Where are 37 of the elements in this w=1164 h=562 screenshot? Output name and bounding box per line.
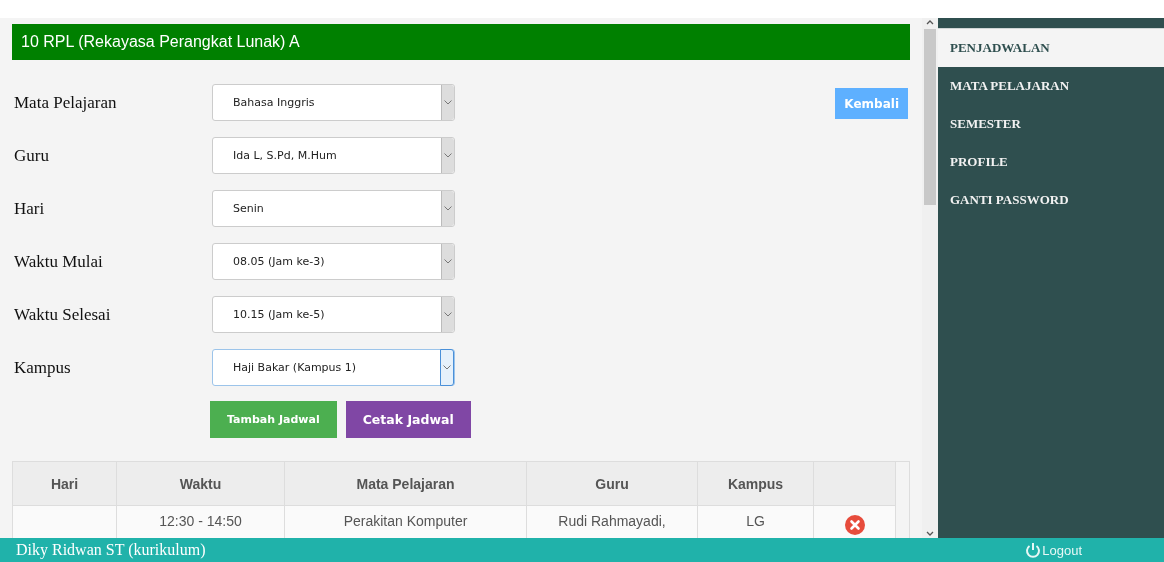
- field-label: Guru: [13, 145, 50, 166]
- select-field[interactable]: Senin: [212, 190, 455, 227]
- select-field[interactable]: 10.15 (Jam ke-5): [212, 296, 455, 333]
- column-header: Kampus: [698, 462, 814, 505]
- user-name: Diky Ridwan ST (kurikulum): [15, 541, 206, 559]
- sidebar-item[interactable]: GANTI PASSWORD: [938, 181, 1164, 219]
- scroll-up-icon[interactable]: [926, 20, 934, 25]
- sidebar-item[interactable]: PROFILE: [938, 143, 1164, 181]
- column-header: Mata Pelajaran: [285, 462, 527, 505]
- field-label: Waktu Mulai: [13, 251, 104, 272]
- column-header: Hari: [13, 462, 117, 505]
- field-label: Hari: [13, 198, 46, 219]
- chevron-down-icon: [444, 100, 452, 105]
- scrollbar-thumb[interactable]: [924, 29, 936, 205]
- select-field[interactable]: Bahasa Inggris: [212, 84, 455, 121]
- sidebar-item[interactable]: PENJADWALAN: [938, 28, 1164, 67]
- scrollbar[interactable]: [922, 18, 938, 538]
- select-field[interactable]: 08.05 (Jam ke-3): [212, 243, 455, 280]
- field-label: Kampus: [13, 357, 72, 378]
- chevron-down-icon: [444, 206, 452, 211]
- chevron-down-icon: [444, 259, 452, 264]
- chevron-down-icon: [444, 312, 452, 317]
- select-field[interactable]: Haji Bakar (Kampus 1): [212, 349, 455, 386]
- delete-icon[interactable]: [844, 515, 865, 535]
- chevron-down-icon: [443, 365, 451, 370]
- power-icon: [1025, 542, 1042, 558]
- action-button[interactable]: Cetak Jadwal: [345, 401, 471, 438]
- select-field[interactable]: Ida L, S.Pd, M.Hum: [212, 137, 455, 174]
- class-title-bar: 10 RPL (Rekayasa Perangkat Lunak) A: [12, 24, 910, 60]
- sidebar-item[interactable]: SEMESTER: [938, 105, 1164, 143]
- column-header: Guru: [527, 462, 698, 505]
- chevron-down-icon: [444, 153, 452, 158]
- field-label: Mata Pelajaran: [13, 92, 118, 113]
- column-header: Waktu: [117, 462, 285, 505]
- field-label: Waktu Selesai: [13, 304, 112, 325]
- scroll-down-icon[interactable]: [926, 531, 934, 536]
- sidebar-item[interactable]: MATA PELAJARAN: [938, 67, 1164, 105]
